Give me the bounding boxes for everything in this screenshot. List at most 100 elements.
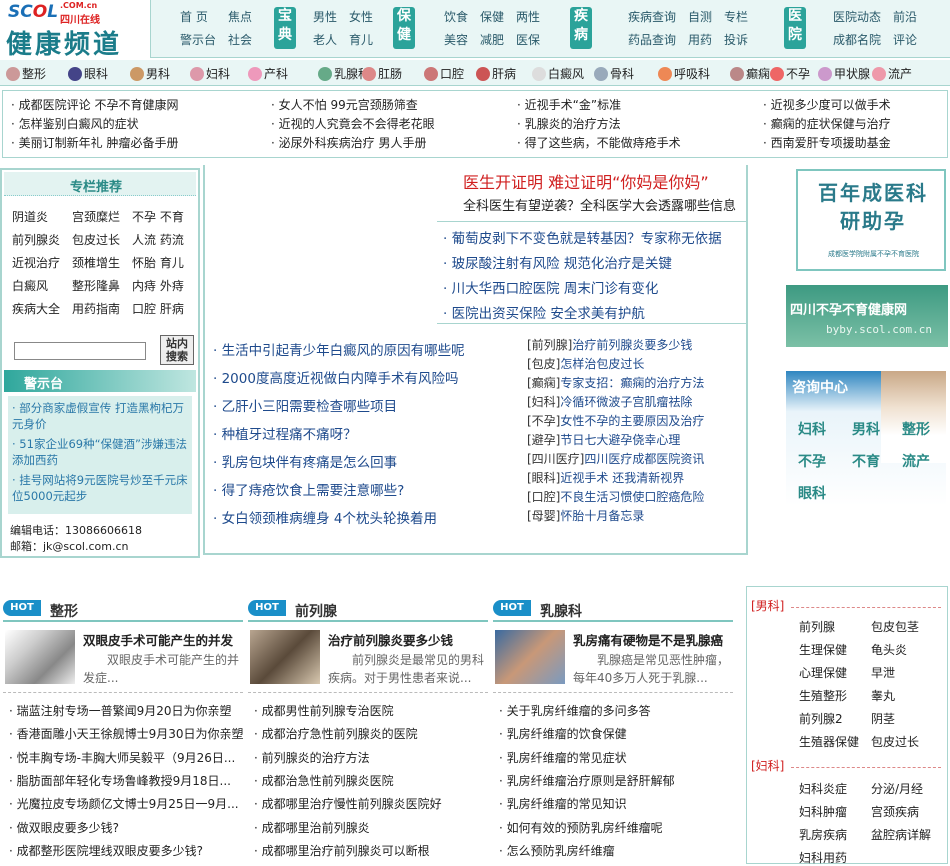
nav-link[interactable]: 成都名院	[833, 31, 881, 48]
column-item[interactable]: 白癜风	[12, 277, 48, 294]
section-item[interactable]: · 前列腺炎的治疗方法	[254, 749, 370, 766]
tag-news-row[interactable]: [四川医疗]四川医疗成都医院资讯	[527, 450, 704, 467]
nav-link[interactable]: 投诉	[724, 31, 748, 48]
nav-link[interactable]: 用药	[688, 31, 712, 48]
headline-link[interactable]: · 怎样鉴别白癜风的症状	[11, 115, 139, 132]
category-link[interactable]: 男科	[130, 65, 170, 82]
focus-news-item[interactable]: · 医院出资买保险 安全求美有护航	[443, 302, 645, 322]
section-item[interactable]: · 成都整形医院埋线双眼皮要多少钱?	[9, 842, 203, 859]
index-link[interactable]: 宫颈疾病	[871, 803, 919, 820]
headline-link[interactable]: · 美丽订制新年礼 肿瘤必备手册	[11, 134, 178, 151]
section-lead-title[interactable]: 治疗前列腺炎要多少钱	[328, 630, 453, 649]
headline-link[interactable]: · 癫痫的症状保健与治疗	[763, 115, 891, 132]
focus-sub[interactable]: 全科医生有望逆袭？全科医学大会透露哪些信息	[463, 195, 736, 214]
section-item[interactable]: · 乳房纤维瘤治疗原则是舒肝解郁	[499, 772, 675, 789]
section-item[interactable]: · 成都治疗急性前列腺炎的医院	[254, 725, 418, 742]
focus-headline[interactable]: 医生开证明 难过证明“你妈是你妈”	[463, 169, 709, 193]
section-item[interactable]: · 关于乳房纤维瘤的多问多答	[499, 702, 651, 719]
tag-news-row[interactable]: [眼科]近视手术 还我清新视界	[527, 469, 684, 486]
section-lead-title[interactable]: 双眼皮手术可能产生的并发	[83, 630, 233, 649]
site-logo[interactable]: SCOL .COM.cn 四川在线 健康频道	[0, 0, 150, 60]
column-item[interactable]: 包皮过长	[72, 231, 120, 248]
nav-link[interactable]: 医保	[516, 31, 540, 48]
nav-badge-jibing[interactable]: 疾病	[570, 7, 592, 49]
nav-link[interactable]: 老人	[313, 31, 337, 48]
section-item[interactable]: · 乳房纤维瘤的常见症状	[499, 749, 627, 766]
nav-link[interactable]: 评论	[893, 31, 917, 48]
news-item[interactable]: · 女白领颈椎病缠身 4个枕头轮换着用	[213, 507, 437, 527]
warning-item[interactable]: · 部分商家虚假宣传 打造黑枸杞万元身价	[12, 400, 192, 432]
warning-item[interactable]: · 挂号网站将9元医院号炒至千元床位5000元起步	[12, 472, 192, 504]
category-link[interactable]: 眼科	[68, 65, 108, 82]
search-input[interactable]	[14, 342, 146, 360]
category-link[interactable]: 呼吸科	[658, 65, 710, 82]
focus-news-item[interactable]: · 玻尿酸注射有风险 规范化治疗是关键	[443, 252, 672, 272]
index-link[interactable]: 生殖整形	[799, 687, 847, 704]
category-link[interactable]: 甲状腺	[818, 65, 870, 82]
tag-news-row[interactable]: [避孕]节日七大避孕侥幸心理	[527, 431, 680, 448]
ad-infertility-net[interactable]: 四川不孕不育健康网 byby.scol.com.cn	[786, 285, 948, 347]
index-link[interactable]: 妇科用药	[799, 849, 847, 866]
column-item[interactable]: 宫颈糜烂	[72, 208, 120, 225]
headline-link[interactable]: · 成都医院评论 不孕不育健康网	[11, 96, 178, 113]
index-link[interactable]: 前列腺2	[799, 710, 843, 727]
section-thumbnail[interactable]	[5, 630, 75, 684]
section-item[interactable]: · 怎么预防乳房纤维瘤	[499, 842, 615, 859]
index-link[interactable]: 妇科炎症	[799, 780, 847, 797]
nav-badge-baodian[interactable]: 宝典	[274, 7, 296, 49]
category-link[interactable]: 肝病	[476, 65, 516, 82]
column-item[interactable]: 不孕 不育	[132, 208, 184, 225]
column-item[interactable]: 人流 药流	[132, 231, 184, 248]
index-link[interactable]: 分泌/月经	[871, 780, 923, 797]
category-link[interactable]: 骨科	[594, 65, 634, 82]
nav-link[interactable]: 警示台	[180, 31, 216, 48]
category-link[interactable]: 流产	[872, 65, 912, 82]
tag-news-row[interactable]: [包皮]怎样治包皮过长	[527, 355, 644, 372]
consult-item[interactable]: 男科	[852, 419, 880, 439]
category-link[interactable]: 不孕	[770, 65, 810, 82]
tag-news-row[interactable]: [口腔]不良生活习惯使口腔癌危险	[527, 488, 704, 505]
headline-link[interactable]: · 乳腺炎的治疗方法	[517, 115, 621, 132]
nav-link[interactable]: 前沿	[893, 8, 917, 25]
section-thumbnail[interactable]	[250, 630, 320, 684]
nav-link[interactable]: 自测	[688, 8, 712, 25]
index-link[interactable]: 包皮过长	[871, 733, 919, 750]
warning-item[interactable]: · 51家企业69种“保健酒”涉嫌违法添加西药	[12, 436, 192, 468]
focus-news-item[interactable]: · 川大华西口腔医院 周末门诊有变化	[443, 277, 658, 297]
headline-link[interactable]: · 近视的人究竟会不会得老花眼	[271, 115, 435, 132]
tag-news-row[interactable]: [前列腺]治疗前列腺炎要多少钱	[527, 336, 692, 353]
nav-link[interactable]: 女性	[349, 8, 373, 25]
nav-link[interactable]: 减肥	[480, 31, 504, 48]
index-link[interactable]: 生殖器保健	[799, 733, 859, 750]
index-link[interactable]: 龟头炎	[871, 641, 907, 658]
section-item[interactable]: · 光魔拉皮专场颜亿文博士9月25日一9月...	[9, 795, 239, 812]
index-link[interactable]: 早泄	[871, 664, 895, 681]
consult-item[interactable]: 整形	[902, 419, 930, 439]
headline-link[interactable]: · 得了这些病，不能做痔疮手术	[517, 134, 681, 151]
news-item[interactable]: · 得了痔疮饮食上需要注意哪些?	[213, 479, 404, 499]
nav-link[interactable]: 保健	[480, 8, 504, 25]
nav-link[interactable]: 焦点	[228, 8, 252, 25]
category-link[interactable]: 口腔	[424, 65, 464, 82]
category-link[interactable]: 癫痫	[730, 65, 770, 82]
section-item[interactable]: · 悦丰胸专场-丰胸大师吴毅平（9月26日...	[9, 749, 235, 766]
consult-item[interactable]: 眼科	[798, 483, 826, 503]
nav-link[interactable]: 首 页	[180, 8, 208, 25]
section-thumbnail[interactable]	[495, 630, 565, 684]
nav-badge-baojian[interactable]: 保健	[393, 7, 415, 49]
search-button[interactable]: 站内搜索	[160, 335, 194, 365]
nav-badge-yiyuan[interactable]: 医院	[784, 7, 806, 49]
column-item[interactable]: 怀胎 育儿	[132, 254, 184, 271]
section-item[interactable]: · 香港面雕小天王徐舰博士9月30日为你亲塑	[9, 725, 244, 742]
index-link[interactable]: 盆腔病详解	[871, 826, 931, 843]
section-title[interactable]: 乳腺科	[540, 601, 582, 621]
nav-link[interactable]: 男性	[313, 8, 337, 25]
nav-link[interactable]: 医院动态	[833, 8, 881, 25]
tag-news-row[interactable]: [不孕]女性不孕的主要原因及治疗	[527, 412, 704, 429]
section-item[interactable]: · 脂肪面部年轻化专场鲁峰教授9月18日...	[9, 772, 231, 789]
index-link[interactable]: 前列腺	[799, 618, 835, 635]
section-item[interactable]: · 成都治急性前列腺炎医院	[254, 772, 394, 789]
column-item[interactable]: 内痔 外痔	[132, 277, 184, 294]
section-item[interactable]: · 做双眼皮要多少钱?	[9, 819, 119, 836]
column-item[interactable]: 口腔 肝病	[132, 300, 184, 317]
